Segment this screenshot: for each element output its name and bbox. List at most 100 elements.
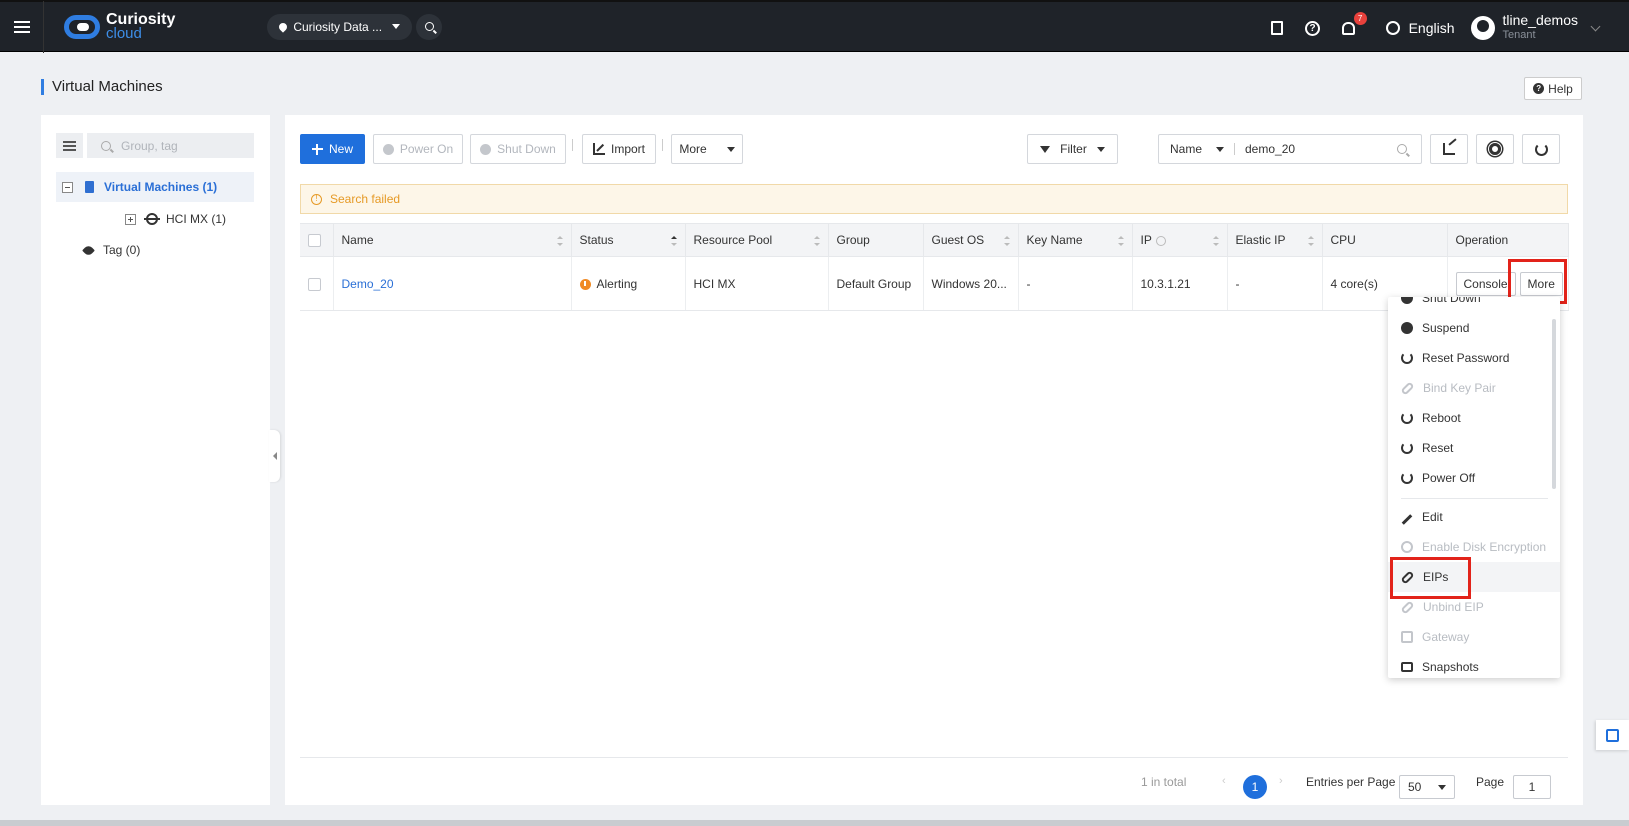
refresh-button[interactable]: [1522, 134, 1560, 164]
entries-select[interactable]: 50: [1399, 775, 1455, 799]
pager-divider: [300, 757, 1568, 758]
settings-button[interactable]: [1476, 134, 1514, 164]
row-more-button[interactable]: More: [1519, 271, 1563, 296]
menu-item-gateway[interactable]: Gateway: [1388, 622, 1560, 652]
menu-item-bind-key-pair[interactable]: Bind Key Pair: [1388, 373, 1560, 403]
chevron-down-icon[interactable]: [1590, 21, 1601, 31]
vm-name-cell: Demo_20: [333, 256, 572, 311]
avatar[interactable]: [1470, 16, 1495, 40]
column-label: Elastic IP: [1235, 233, 1286, 247]
tree-item-tag[interactable]: Tag (0): [82, 235, 140, 265]
console-button[interactable]: Console: [1455, 271, 1516, 296]
shut-down-button[interactable]: Shut Down: [470, 134, 566, 164]
vm-table: Name Status Resource Pool Group Guest OS…: [300, 223, 1569, 311]
search-field-select[interactable]: Name: [1159, 142, 1234, 156]
username: tline_demos: [1502, 12, 1579, 28]
page-1-button[interactable]: 1: [1243, 775, 1267, 799]
refresh-icon: [1534, 142, 1548, 156]
tree-item-hci-mx[interactable]: HCI MX (1): [125, 204, 226, 234]
column-ip[interactable]: IP: [1132, 223, 1228, 257]
gear-icon: [1489, 143, 1501, 155]
menu-item-suspend[interactable]: Suspend: [1388, 313, 1560, 343]
sort-icon[interactable]: [1307, 236, 1314, 246]
list-icon: [1606, 728, 1619, 742]
column-resource-pool[interactable]: Resource Pool: [685, 223, 829, 257]
column-label: Resource Pool: [693, 233, 773, 247]
pager-total: 1 in total: [1141, 775, 1186, 789]
tree-item-virtual-machines[interactable]: Virtual Machines (1): [56, 172, 254, 202]
global-search-button[interactable]: [416, 13, 443, 40]
question-icon: ?: [1533, 83, 1545, 94]
new-button[interactable]: New: [300, 134, 365, 164]
row-checkbox[interactable]: [308, 277, 321, 291]
select-all-checkbox[interactable]: [308, 234, 321, 248]
tree-search-input[interactable]: [121, 138, 241, 153]
menu-item-unbind-eip[interactable]: Unbind EIP: [1388, 592, 1560, 622]
sort-icon[interactable]: [556, 236, 563, 246]
cloud-logo-icon: [64, 14, 100, 39]
sort-icon[interactable]: [1003, 236, 1010, 246]
filter-button[interactable]: Filter: [1027, 134, 1118, 164]
toolbar-divider: [662, 139, 663, 151]
collapse-icon[interactable]: [62, 181, 73, 193]
globe-icon: [1385, 21, 1400, 35]
stop-icon: [1401, 297, 1413, 304]
dropdown-scrollbar[interactable]: [1552, 319, 1556, 489]
page-jump-input[interactable]: 1: [1513, 775, 1551, 799]
power-on-label: Power On: [399, 142, 454, 156]
menu-item-reset[interactable]: Reset: [1388, 433, 1560, 463]
notifications-button[interactable]: 7: [1341, 12, 1367, 36]
menu-item-reboot[interactable]: Reboot: [1388, 403, 1560, 433]
page-input-value[interactable]: 1: [1513, 775, 1551, 799]
region-selector[interactable]: Curiosity Data ...: [267, 13, 413, 40]
help-center-button[interactable]: ?: [1305, 20, 1321, 36]
question-icon: ?: [1305, 20, 1321, 36]
menu-item-power-off[interactable]: Power Off: [1388, 463, 1560, 493]
power-on-button[interactable]: Power On: [373, 134, 463, 164]
vm-name-link[interactable]: Demo_20: [342, 277, 394, 291]
search-icon[interactable]: [1397, 144, 1407, 154]
language-button[interactable]: [1385, 20, 1401, 36]
hamburger-menu-button[interactable]: [0, 0, 44, 53]
next-page-button[interactable]: ›: [1279, 775, 1283, 787]
sort-icon[interactable]: [670, 236, 677, 246]
sort-icon[interactable]: [813, 236, 820, 246]
vm-guest-os: Windows 20...: [923, 256, 1019, 311]
column-guest-os[interactable]: Guest OS: [923, 223, 1019, 257]
documents-button[interactable]: [1269, 20, 1285, 36]
user-menu[interactable]: tline_demos Tenant: [1503, 13, 1579, 43]
column-name[interactable]: Name: [333, 223, 572, 257]
info-icon[interactable]: [1155, 235, 1166, 246]
more-actions-button[interactable]: More: [671, 134, 743, 164]
column-status[interactable]: Status: [571, 223, 686, 257]
tree-item-label: Virtual Machines (1): [104, 180, 218, 194]
export-button[interactable]: [1430, 134, 1468, 164]
help-button[interactable]: ? Help: [1524, 77, 1582, 100]
menu-item-label: Gateway: [1422, 630, 1470, 644]
menu-item-shut-down[interactable]: Shut Down: [1388, 297, 1560, 313]
column-label: Guest OS: [931, 233, 985, 247]
tree-view-toggle[interactable]: [56, 133, 83, 158]
language-label[interactable]: English: [1409, 20, 1455, 36]
brand-logo[interactable]: Curiosity cloud: [64, 11, 175, 41]
import-button[interactable]: Import: [582, 134, 656, 164]
column-key-name[interactable]: Key Name: [1018, 223, 1133, 257]
column-cpu: CPU: [1322, 223, 1448, 257]
column-elastic-ip[interactable]: Elastic IP: [1227, 223, 1323, 257]
menu-item-eips[interactable]: EIPs: [1388, 562, 1560, 592]
entries-per-page-label: Entries per Page: [1306, 775, 1396, 789]
side-panel-button[interactable]: [1596, 720, 1629, 750]
sort-icon[interactable]: [1117, 236, 1124, 246]
prev-page-button[interactable]: ‹: [1222, 775, 1226, 787]
sort-icon[interactable]: [1212, 236, 1219, 246]
expand-icon[interactable]: [125, 213, 136, 225]
menu-item-reset-password[interactable]: Reset Password: [1388, 343, 1560, 373]
caret-down-icon: [726, 146, 735, 152]
search-input[interactable]: [1245, 142, 1385, 156]
tree-panel: Virtual Machines (1) HCI MX (1) Tag (0): [41, 115, 270, 805]
menu-item-edit[interactable]: Edit: [1388, 502, 1560, 532]
search-divider: [1234, 143, 1235, 155]
menu-item-enable-disk-encryption[interactable]: Enable Disk Encryption: [1388, 532, 1560, 562]
menu-item-snapshots[interactable]: Snapshots: [1388, 652, 1560, 678]
panel-collapse-handle[interactable]: [269, 430, 280, 482]
